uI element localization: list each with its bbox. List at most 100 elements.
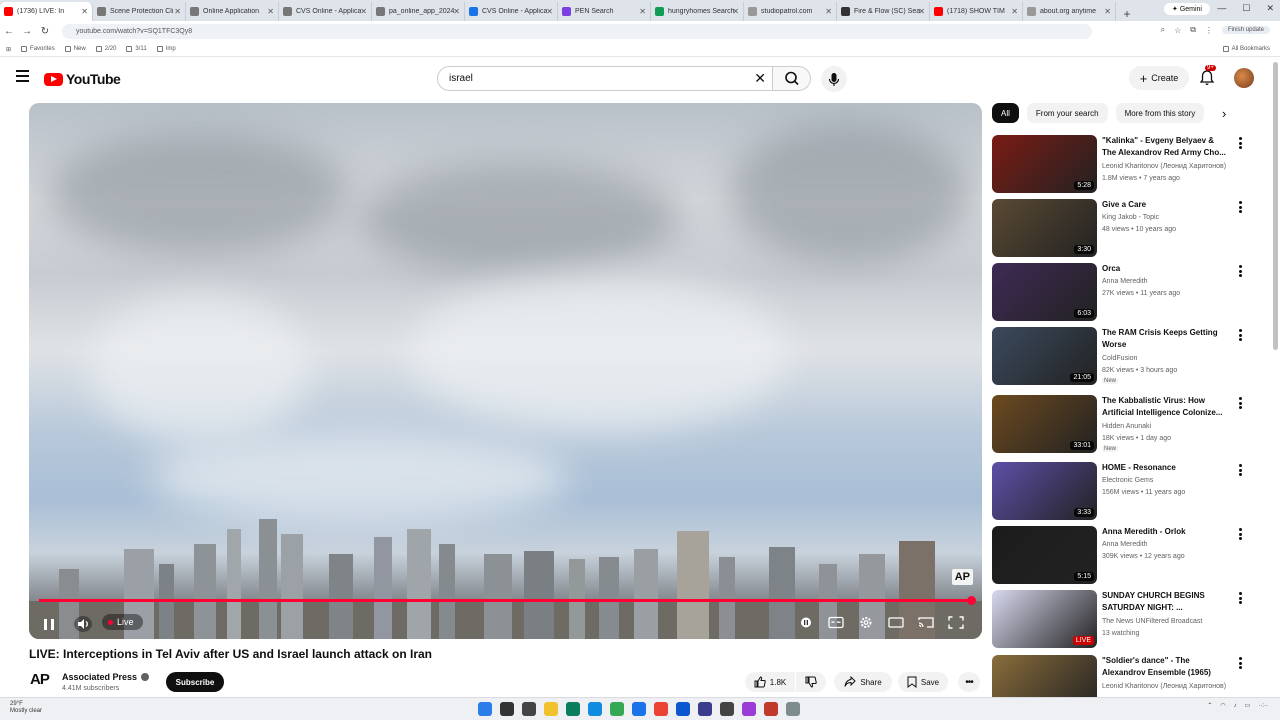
chip-all[interactable]: All <box>992 103 1019 123</box>
recommendation-item[interactable]: LIVE SUNDAY CHURCH BEGINS SATURDAY NIGHT:… <box>992 590 1252 650</box>
like-button[interactable]: 1.8K <box>745 672 795 692</box>
task-view-icon[interactable] <box>522 702 536 716</box>
search-input[interactable]: israel ✕ <box>437 66 773 91</box>
video-thumbnail[interactable]: 33:01 <box>992 395 1097 453</box>
app-icon[interactable] <box>720 702 734 716</box>
app-icon[interactable] <box>742 702 756 716</box>
subscribe-button[interactable]: Subscribe <box>166 672 224 692</box>
action-menu-icon[interactable] <box>1239 137 1242 151</box>
action-menu-icon[interactable] <box>1239 464 1242 478</box>
youtube-logo[interactable]: YouTube <box>44 71 121 87</box>
browser-tab[interactable]: (1736) LIVE: In ✕ <box>0 2 93 21</box>
zoom-icon[interactable]: ⌕ <box>1161 25 1165 35</box>
autoplay-toggle-icon[interactable] <box>798 616 814 629</box>
close-tab-icon[interactable]: ✕ <box>732 7 739 16</box>
minimize-icon[interactable]: — <box>1217 3 1226 14</box>
recommendation-title[interactable]: HOME - Resonance <box>1102 462 1230 474</box>
action-menu-icon[interactable] <box>1239 528 1242 542</box>
bookmark-folder[interactable]: 2/20 <box>95 46 116 52</box>
chip-more-from-this-story[interactable]: More from this story <box>1115 103 1205 123</box>
close-tab-icon[interactable]: ✕ <box>1011 7 1018 16</box>
close-tab-icon[interactable]: ✕ <box>1104 7 1111 16</box>
share-button[interactable]: Share <box>834 672 892 692</box>
scrubber-handle[interactable] <box>967 596 976 605</box>
browser-tab[interactable]: (1718) SHOW TIM ✕ <box>930 2 1023 21</box>
all-bookmarks-button[interactable]: All Bookmarks <box>1222 46 1270 52</box>
close-window-icon[interactable]: ✕ <box>1266 3 1274 14</box>
browser-tab[interactable]: Fire & Flow (SC) Sea ✕ <box>837 2 930 21</box>
browser-tab[interactable]: hungryhomes Search ✕ <box>651 2 744 21</box>
volume-icon[interactable]: ♪ <box>1234 703 1237 709</box>
browser-tab[interactable]: pa_online_app_2024 ✕ <box>372 2 465 21</box>
profile-button[interactable]: Finish update <box>1221 26 1270 34</box>
guide-menu-icon[interactable] <box>16 70 29 85</box>
recommendation-title[interactable]: Anna Meredith - Orlok <box>1102 526 1230 538</box>
new-tab-button[interactable]: + <box>1116 7 1138 21</box>
close-tab-icon[interactable]: ✕ <box>267 7 274 16</box>
live-indicator[interactable]: Live <box>102 614 143 630</box>
edge-icon[interactable] <box>588 702 602 716</box>
action-menu-icon[interactable] <box>1239 201 1242 215</box>
video-thumbnail[interactable]: 3:33 <box>992 462 1097 520</box>
apps-grid-icon[interactable]: ⊞ <box>6 46 11 53</box>
theater-mode-icon[interactable] <box>888 616 904 629</box>
battery-icon[interactable]: ▭ <box>1245 702 1251 709</box>
video-thumbnail[interactable]: 5:28 <box>992 135 1097 193</box>
close-tab-icon[interactable]: ✕ <box>825 7 832 16</box>
menu-dots-icon[interactable]: ⋮ <box>1205 26 1213 35</box>
settings-gear-icon[interactable] <box>858 616 874 629</box>
recommendation-channel[interactable]: Anna Meredith <box>1102 276 1242 288</box>
close-tab-icon[interactable]: ✕ <box>639 7 646 16</box>
recommendation-channel[interactable]: Leonid Kharitonov (Леонид Харитонов) <box>1102 681 1242 693</box>
weather-widget[interactable]: 29°F Mostly clear <box>10 701 42 715</box>
recommendation-item[interactable]: 33:01 The Kabbalistic Virus: How Artifici… <box>992 395 1252 455</box>
recommendation-channel[interactable]: King Jakob - Topic <box>1102 212 1242 224</box>
video-thumbnail[interactable]: 6:03 <box>992 263 1097 321</box>
extensions-icon[interactable]: ⧉ <box>1190 25 1196 35</box>
video-thumbnail[interactable]: 21:05 <box>992 327 1097 385</box>
chrome-icon[interactable] <box>654 702 668 716</box>
video-player[interactable]: AP Live <box>29 103 982 639</box>
reload-icon[interactable]: ↻ <box>36 26 54 37</box>
recommendation-title[interactable]: The RAM Crisis Keeps Getting Worse <box>1102 327 1230 351</box>
app-icon[interactable] <box>786 702 800 716</box>
recommendation-channel[interactable]: Electronic Gems <box>1102 475 1242 487</box>
browser-tab[interactable]: studiopatrol.com ✕ <box>744 2 837 21</box>
browser-tab[interactable]: CVS Online - Applica ✕ <box>465 2 558 21</box>
fullscreen-icon[interactable] <box>948 616 964 629</box>
gemini-button[interactable]: ✦ Gemini <box>1164 3 1210 15</box>
wifi-icon[interactable]: ◠ <box>1220 702 1225 709</box>
progress-bar[interactable] <box>39 596 976 605</box>
voice-search-button[interactable] <box>821 66 847 92</box>
close-tab-icon[interactable]: ✕ <box>453 7 460 16</box>
pause-button[interactable] <box>42 618 56 632</box>
recommendation-item[interactable]: 5:28 "Kalinka" - Evgeny Belyaev & The Ale… <box>992 135 1252 195</box>
clock[interactable]: ··:·· <box>1258 703 1268 709</box>
recommendation-item[interactable]: 21:05 The RAM Crisis Keeps Getting Worse C… <box>992 327 1252 387</box>
action-menu-icon[interactable] <box>1239 657 1242 671</box>
video-thumbnail[interactable]: LIVE <box>992 590 1097 648</box>
action-menu-icon[interactable] <box>1239 397 1242 411</box>
recommendation-title[interactable]: SUNDAY CHURCH BEGINS SATURDAY NIGHT: ... <box>1102 590 1230 614</box>
recommendation-channel[interactable]: Hidden Anunaki <box>1102 421 1242 433</box>
recommendation-item[interactable]: 3:33 HOME - Resonance Electronic Gems 156M … <box>992 462 1252 522</box>
recommendation-title[interactable]: "Soldier's dance" - The Alexandrov Ensem… <box>1102 655 1230 679</box>
close-tab-icon[interactable]: ✕ <box>360 7 367 16</box>
browser-tab[interactable]: Scene Protection Cli ✕ <box>93 2 186 21</box>
recommendation-channel[interactable]: Anna Meredith <box>1102 539 1242 551</box>
recommendation-title[interactable]: "Kalinka" - Evgeny Belyaev & The Alexand… <box>1102 135 1230 159</box>
close-tab-icon[interactable]: ✕ <box>918 7 925 16</box>
chevron-right-icon[interactable]: › <box>1222 106 1226 121</box>
bookmark-folder[interactable]: New <box>64 46 86 52</box>
recommendation-title[interactable]: The Kabbalistic Virus: How Artificial In… <box>1102 395 1230 419</box>
chip-from-your-search[interactable]: From your search <box>1026 103 1108 123</box>
save-button[interactable]: Save <box>898 672 948 692</box>
recommendation-item[interactable]: 5:15 Anna Meredith - Orlok Anna Meredith 30… <box>992 526 1252 586</box>
video-thumbnail[interactable]: 3:30 <box>992 199 1097 257</box>
recommendation-channel[interactable]: ColdFusion <box>1102 353 1242 365</box>
bookmark-folder[interactable]: Favorites <box>21 46 55 52</box>
recommendation-channel[interactable]: Leonid Kharitonov (Леонид Харитонов) <box>1102 161 1242 173</box>
recommendation-item[interactable]: 3:30 Give a Care King Jakob - Topic 48 view… <box>992 199 1252 259</box>
maximize-icon[interactable]: ☐ <box>1242 3 1250 14</box>
store-icon[interactable] <box>566 702 580 716</box>
